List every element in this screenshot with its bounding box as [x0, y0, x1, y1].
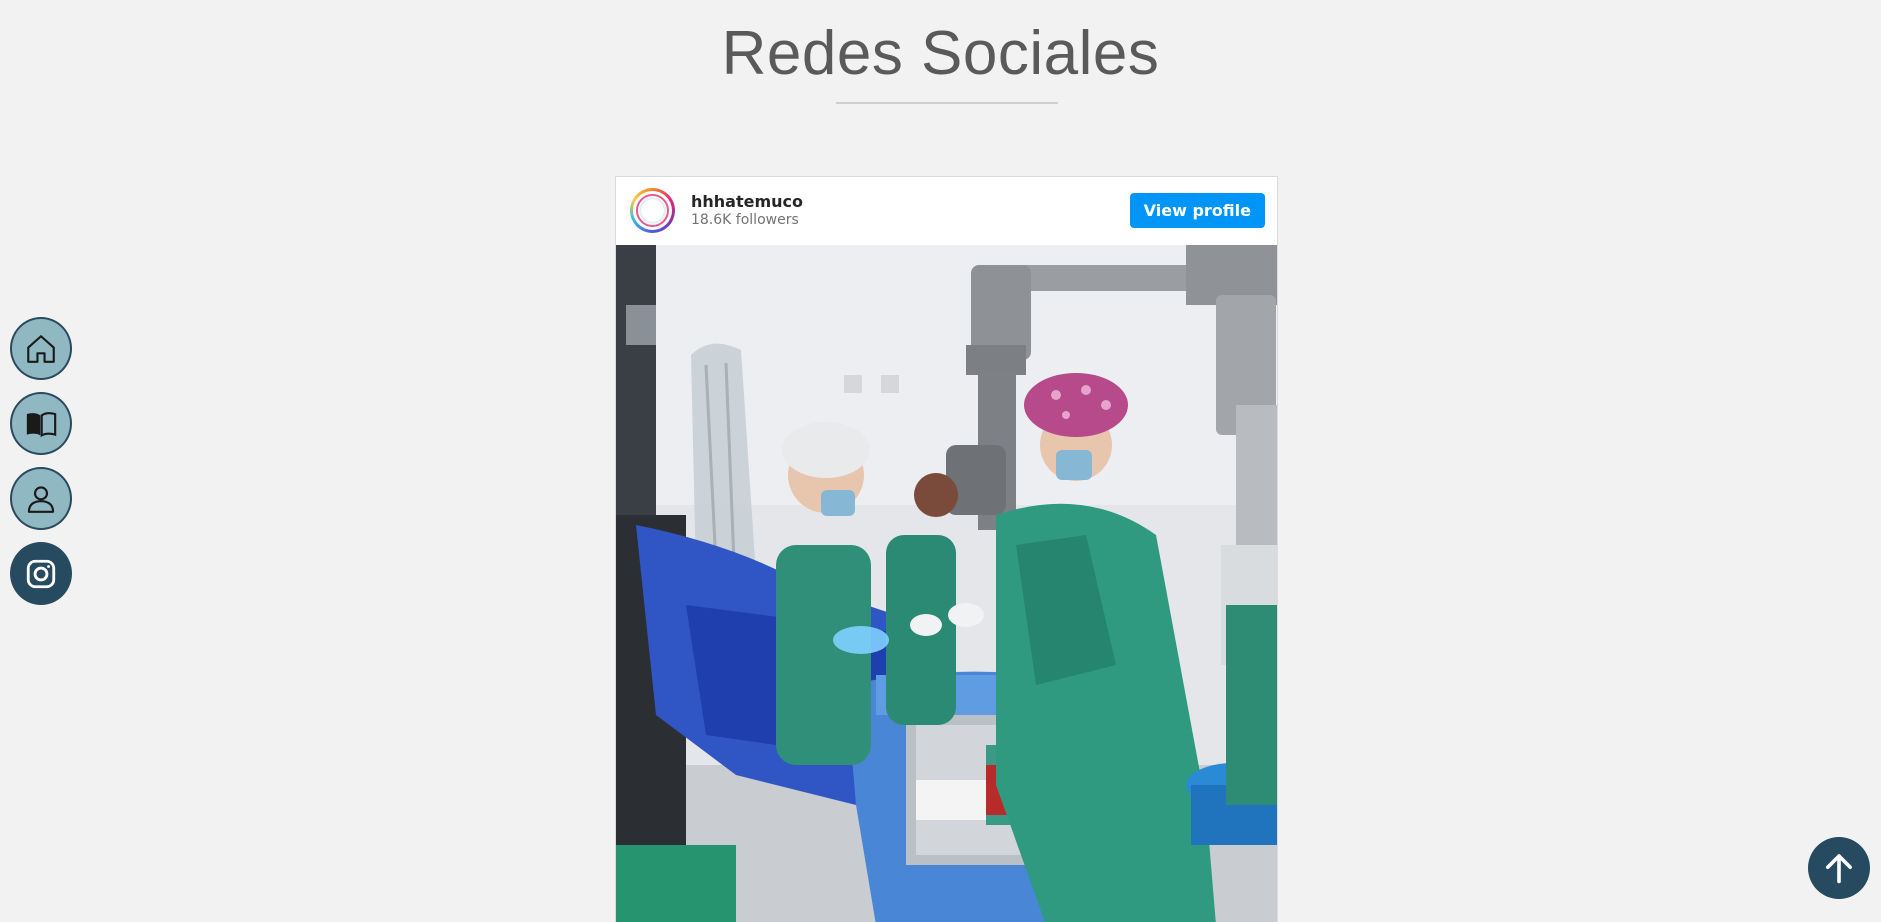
- page: Redes Sociales hhhatemuco 18.6K follower…: [0, 0, 1881, 922]
- instagram-username[interactable]: hhhatemuco: [691, 192, 803, 211]
- instagram-followers: 18.6K followers: [691, 212, 799, 228]
- arrow-up-icon: [1825, 854, 1853, 884]
- user-icon: [27, 485, 55, 513]
- instagram-header: hhhatemuco 18.6K followers View profile: [616, 177, 1277, 244]
- hospital-logo-icon: [636, 194, 669, 227]
- avatar[interactable]: [630, 188, 675, 233]
- nav-book-button[interactable]: [10, 392, 72, 455]
- side-nav: [10, 317, 72, 605]
- book-icon: [26, 411, 57, 437]
- home-icon: [27, 334, 55, 363]
- instagram-icon: [26, 559, 56, 588]
- nav-home-button[interactable]: [10, 317, 72, 380]
- operating-room-surgery-photo: [616, 245, 1277, 922]
- scroll-to-top-button[interactable]: [1808, 837, 1870, 899]
- nav-profile-button[interactable]: [10, 467, 72, 530]
- view-profile-button[interactable]: View profile: [1129, 193, 1265, 228]
- instagram-post-image[interactable]: [616, 245, 1277, 922]
- instagram-user-info: hhhatemuco 18.6K followers: [691, 192, 803, 229]
- instagram-embed: hhhatemuco 18.6K followers View profile: [615, 176, 1278, 922]
- title-divider: [836, 102, 1058, 104]
- nav-instagram-button[interactable]: [10, 542, 72, 605]
- page-title: Redes Sociales: [721, 19, 1160, 88]
